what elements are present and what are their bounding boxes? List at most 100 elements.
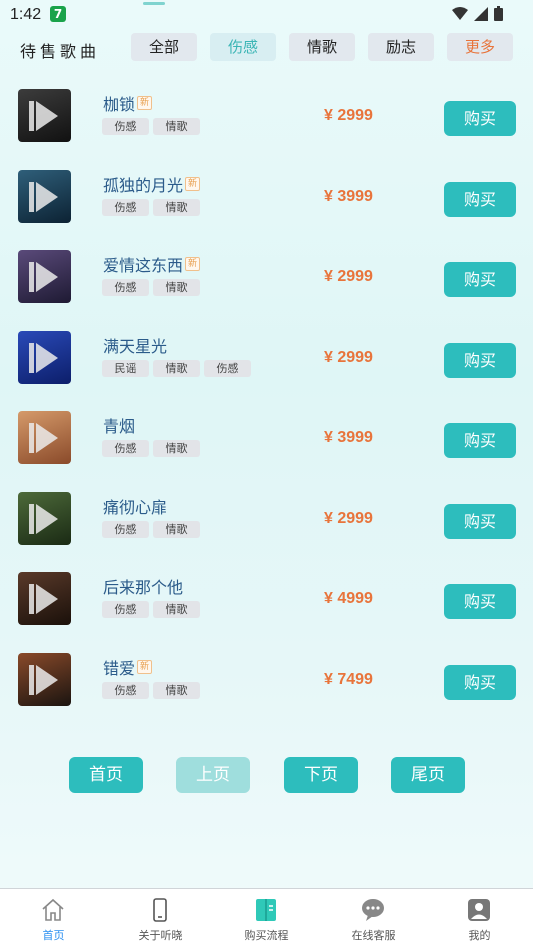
play-icon — [36, 665, 58, 695]
buy-button[interactable]: 购买 — [444, 665, 516, 700]
status-time: 1:42 — [10, 6, 42, 23]
nav-purchase-flow[interactable]: 购买流程 — [213, 889, 320, 948]
song-row[interactable]: 孤独的月光新伤感 情歌 ¥ 3999 购买 — [0, 170, 533, 250]
genre-tag: 伤感 — [102, 118, 149, 135]
new-badge: 新 — [185, 177, 201, 191]
song-title[interactable]: 青烟 — [103, 413, 135, 437]
song-title-text: 错爱 — [103, 659, 136, 678]
nav-about[interactable]: 关于听晓 — [107, 889, 214, 948]
buy-button[interactable]: 购买 — [444, 101, 516, 136]
song-row[interactable]: 青烟伤感 情歌 ¥ 3999 购买 — [0, 411, 533, 491]
song-title-text: 孤独的月光 — [103, 176, 184, 195]
play-icon — [36, 182, 58, 212]
song-cover-image[interactable] — [18, 250, 71, 303]
chip-inspire[interactable]: 励志 — [368, 33, 434, 61]
song-cover-image[interactable] — [18, 492, 71, 545]
song-title-text: 爱情这东西 — [103, 256, 184, 275]
song-tags: 伤感 情歌 — [102, 199, 200, 216]
song-row[interactable]: 后来那个他 伤感 情歌 ¥ 4999 购买 — [0, 572, 533, 652]
chip-sad[interactable]: 伤感 — [210, 33, 276, 61]
song-row[interactable]: 痛彻心扉 伤感 情歌 ¥ 2999 购买 — [0, 492, 533, 572]
song-cover-image[interactable] — [18, 653, 71, 706]
song-row[interactable]: 错爱新伤感 情歌 ¥ 7499 购买 — [0, 653, 533, 733]
song-title-text: 满天星光 — [103, 337, 168, 356]
song-price: ¥ 4999 — [324, 590, 373, 607]
genre-tag: 情歌 — [153, 118, 200, 135]
genre-tag: 情歌 — [153, 521, 200, 538]
play-icon — [36, 262, 58, 292]
play-icon-bar — [29, 101, 34, 131]
play-icon — [36, 343, 58, 373]
nav-mine[interactable]: 我的 — [426, 889, 533, 948]
page-title: 待售歌曲 — [20, 42, 101, 61]
song-cover-image[interactable] — [18, 572, 71, 625]
song-title[interactable]: 枷锁新 — [103, 91, 153, 115]
buy-button[interactable]: 购买 — [444, 504, 516, 539]
song-price: ¥ 3999 — [324, 429, 373, 446]
genre-tag: 伤感 — [102, 440, 149, 457]
song-tags: 伤感 情歌 — [102, 440, 200, 457]
song-row[interactable]: 爱情这东西新伤感 情歌 ¥ 2999 购买 — [0, 250, 533, 330]
song-price: ¥ 7499 — [324, 671, 373, 688]
buy-button[interactable]: 购买 — [444, 182, 516, 217]
genre-tag: 情歌 — [153, 601, 200, 618]
buy-button[interactable]: 购买 — [444, 584, 516, 619]
song-price: ¥ 2999 — [324, 107, 373, 124]
song-tags: 伤感 情歌 — [102, 118, 200, 135]
song-title[interactable]: 痛彻心扉 — [103, 494, 167, 518]
status-bar: 1:42 7 — [0, 0, 533, 30]
song-title[interactable]: 错爱新 — [103, 655, 153, 679]
play-icon-bar — [29, 182, 34, 212]
system-icons — [452, 6, 503, 21]
song-title-text: 枷锁 — [103, 95, 136, 114]
notification-icon: 7 — [50, 6, 66, 22]
chip-more[interactable]: 更多 — [447, 33, 513, 61]
song-cover-image[interactable] — [18, 170, 71, 223]
filter-header: 待售歌曲 全部 伤感 情歌 励志 更多 — [0, 32, 533, 62]
song-title[interactable]: 满天星光 — [103, 333, 167, 357]
nav-home[interactable]: 首页 — [0, 889, 107, 948]
last-page-button[interactable]: 尾页 — [391, 757, 465, 793]
chip-love[interactable]: 情歌 — [289, 33, 355, 61]
next-page-button[interactable]: 下页 — [284, 757, 358, 793]
phone-icon — [153, 898, 167, 922]
genre-tag: 伤感 — [102, 279, 149, 296]
song-cover-image[interactable] — [18, 331, 71, 384]
buy-button[interactable]: 购买 — [444, 262, 516, 297]
genre-tag: 伤感 — [204, 360, 251, 377]
genre-tag: 民谣 — [102, 360, 149, 377]
song-row[interactable]: 枷锁新伤感 情歌 ¥ 2999 购买 — [0, 89, 533, 169]
song-title[interactable]: 孤独的月光新 — [103, 172, 201, 196]
buy-button[interactable]: 购买 — [444, 423, 516, 458]
song-tags: 民谣 情歌 伤感 — [102, 360, 251, 377]
pagination: 首页 上页 下页 尾页 — [0, 757, 533, 793]
genre-tag: 伤感 — [102, 682, 149, 699]
nav-mine-label: 我的 — [468, 929, 491, 942]
chip-all[interactable]: 全部 — [131, 33, 197, 61]
nav-service[interactable]: 在线客服 — [320, 889, 427, 948]
play-icon-bar — [29, 584, 34, 614]
song-title[interactable]: 爱情这东西新 — [103, 252, 201, 276]
genre-tag: 情歌 — [153, 440, 200, 457]
song-price: ¥ 2999 — [324, 349, 373, 366]
song-tags: 伤感 情歌 — [102, 682, 200, 699]
prev-page-button[interactable]: 上页 — [176, 757, 250, 793]
book-icon — [256, 899, 276, 921]
first-page-button[interactable]: 首页 — [69, 757, 143, 793]
song-title[interactable]: 后来那个他 — [103, 574, 183, 598]
signal-icon — [474, 6, 488, 21]
song-title-text: 痛彻心扉 — [103, 498, 168, 517]
buy-button[interactable]: 购买 — [444, 343, 516, 378]
song-cover-image[interactable] — [18, 89, 71, 142]
play-icon-bar — [29, 423, 34, 453]
play-icon — [36, 504, 58, 534]
home-icon — [42, 898, 64, 921]
song-cover-image[interactable] — [18, 411, 71, 464]
song-row[interactable]: 满天星光民谣 情歌 伤感 ¥ 2999 购买 — [0, 331, 533, 411]
user-icon — [468, 899, 490, 921]
new-badge: 新 — [137, 660, 153, 674]
play-icon — [36, 101, 58, 131]
song-tags: 伤感 情歌 — [102, 279, 200, 296]
play-icon — [36, 584, 58, 614]
bottom-nav: 首页 关于听晓 购买流程 在线客服 我的 — [0, 888, 533, 948]
